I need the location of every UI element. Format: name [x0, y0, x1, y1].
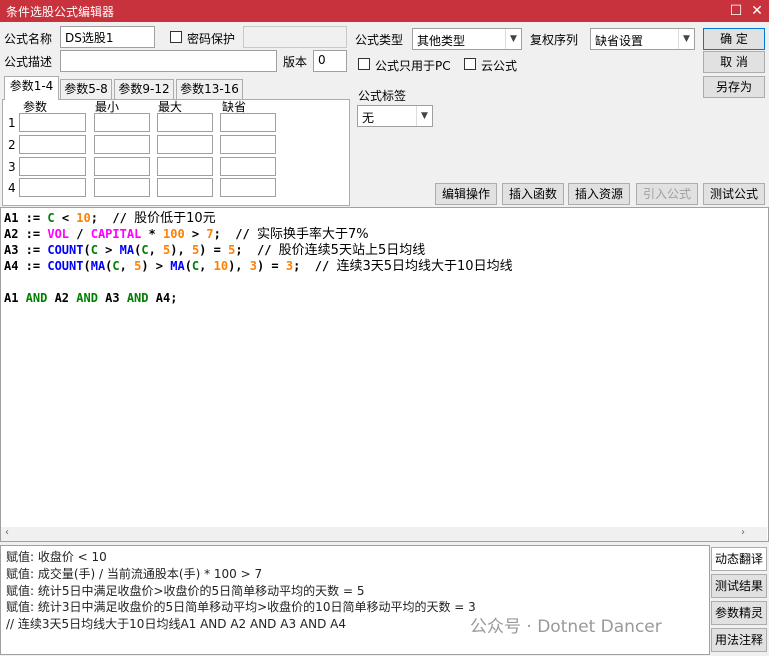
- param-max-input[interactable]: [157, 135, 213, 154]
- desc-input[interactable]: [60, 50, 277, 72]
- type-label: 公式类型: [355, 33, 404, 47]
- cloud-checkbox[interactable]: [464, 58, 476, 70]
- ok-button[interactable]: 确 定: [703, 28, 765, 50]
- chevron-down-icon: ▼: [678, 29, 694, 49]
- param-panel: 参数 最小 最大 缺省 1 2 3 4: [2, 99, 350, 206]
- title-bar: 条件选股公式编辑器 ☐ ✕: [0, 0, 769, 22]
- param-min-input[interactable]: [94, 178, 150, 197]
- output-line: 赋值: 统计5日中满足收盘价>收盘价的5日简单移动平均的天数 = 5: [6, 584, 365, 598]
- name-label: 公式名称: [4, 32, 53, 46]
- param-min-input[interactable]: [94, 157, 150, 176]
- param-min-input[interactable]: [94, 113, 150, 132]
- dynamic-translate-button[interactable]: 动态翻译: [711, 547, 767, 571]
- param-max-input[interactable]: [157, 178, 213, 197]
- name-input[interactable]: DS选股1: [60, 26, 155, 48]
- code-line: A1 := C < 10; // 股价低于10元: [4, 211, 216, 226]
- cloud-label: 云公式: [481, 59, 518, 73]
- edit-ops-button[interactable]: 编辑操作: [435, 183, 497, 205]
- pc-only-label: 公式只用于PC: [375, 59, 451, 73]
- tag-value: 无: [362, 111, 375, 125]
- horizontal-scrollbar[interactable]: ‹ ›: [1, 527, 767, 541]
- save-as-button[interactable]: 另存为: [703, 76, 765, 98]
- chevron-down-icon: ▼: [505, 29, 521, 49]
- password-checkbox[interactable]: [170, 31, 182, 43]
- output-line: 赋值: 成交量(手) / 当前流通股本(手) * 100 > 7: [6, 567, 263, 581]
- version-input[interactable]: 0: [313, 50, 347, 72]
- close-icon[interactable]: ✕: [748, 2, 766, 20]
- rights-select[interactable]: 缺省设置 ▼: [590, 28, 695, 50]
- param-default-input[interactable]: [220, 157, 276, 176]
- import-formula-button[interactable]: 引入公式: [636, 183, 698, 205]
- param-row-number: 2: [8, 138, 16, 152]
- param-name-input[interactable]: [19, 135, 86, 154]
- rights-label: 复权序列: [530, 33, 579, 47]
- tab-params-9-12[interactable]: 参数9-12: [114, 79, 174, 99]
- test-formula-button[interactable]: 测试公式: [703, 183, 765, 205]
- tab-params-5-8[interactable]: 参数5-8: [60, 79, 112, 99]
- output-line: 赋值: 收盘价 < 10: [6, 550, 107, 564]
- param-default-input[interactable]: [220, 135, 276, 154]
- param-name-input[interactable]: [19, 113, 86, 132]
- tag-label: 公式标签: [358, 89, 407, 103]
- code-editor[interactable]: A1 := C < 10; // 股价低于10元 A2 := VOL / CAP…: [0, 207, 769, 542]
- param-default-input[interactable]: [220, 113, 276, 132]
- tab-params-13-16[interactable]: 参数13-16: [176, 79, 243, 99]
- cancel-button[interactable]: 取 消: [703, 51, 765, 73]
- param-max-input[interactable]: [157, 113, 213, 132]
- usage-notes-button[interactable]: 用法注释: [711, 628, 767, 652]
- chevron-left-icon[interactable]: ‹: [5, 527, 9, 538]
- param-max-input[interactable]: [157, 157, 213, 176]
- tag-select[interactable]: 无 ▼: [357, 105, 433, 127]
- param-min-input[interactable]: [94, 135, 150, 154]
- insert-function-button[interactable]: 插入函数: [502, 183, 564, 205]
- output-line: 赋值: 统计3日中满足收盘价的5日简单移动平均>收盘价的10日简单移动平均的天数…: [6, 600, 476, 614]
- param-name-input[interactable]: [19, 178, 86, 197]
- window-title: 条件选股公式编辑器: [6, 5, 115, 19]
- maximize-icon[interactable]: ☐: [727, 2, 745, 20]
- type-select[interactable]: 其他类型 ▼: [412, 28, 522, 50]
- test-result-button[interactable]: 测试结果: [711, 574, 767, 598]
- chevron-right-icon[interactable]: ›: [741, 527, 745, 538]
- param-default-input[interactable]: [220, 178, 276, 197]
- pc-only-checkbox[interactable]: [358, 58, 370, 70]
- desc-label: 公式描述: [4, 55, 53, 69]
- param-row-number: 1: [8, 116, 16, 130]
- insert-resource-button[interactable]: 插入资源: [568, 183, 630, 205]
- version-label: 版本: [283, 55, 308, 69]
- param-name-input[interactable]: [19, 157, 86, 176]
- chevron-down-icon: ▼: [416, 106, 432, 126]
- rights-value: 缺省设置: [595, 34, 644, 48]
- password-label: 密码保护: [187, 32, 236, 46]
- tab-params-1-4[interactable]: 参数1-4: [4, 76, 59, 100]
- watermark: 公众号 · Dotnet Dancer: [470, 617, 662, 637]
- param-wizard-button[interactable]: 参数精灵: [711, 601, 767, 625]
- param-row-number: 3: [8, 160, 16, 174]
- code-line: A4 := COUNT(MA(C, 5) > MA(C, 10), 3) = 3…: [4, 259, 513, 274]
- translation-output: 赋值: 收盘价 < 10 赋值: 成交量(手) / 当前流通股本(手) * 10…: [0, 545, 710, 655]
- param-row-number: 4: [8, 181, 16, 195]
- output-line: // 连续3天5日均线大于10日均线A1 AND A2 AND A3 AND A…: [6, 617, 346, 631]
- password-input[interactable]: [243, 26, 347, 48]
- code-line: A2 := VOL / CAPITAL * 100 > 7; // 实际换手率大…: [4, 227, 369, 242]
- type-value: 其他类型: [417, 34, 466, 48]
- code-line: A1 AND A2 AND A3 AND A4;: [4, 291, 178, 305]
- code-line: A3 := COUNT(C > MA(C, 5), 5) = 5; // 股价连…: [4, 243, 426, 258]
